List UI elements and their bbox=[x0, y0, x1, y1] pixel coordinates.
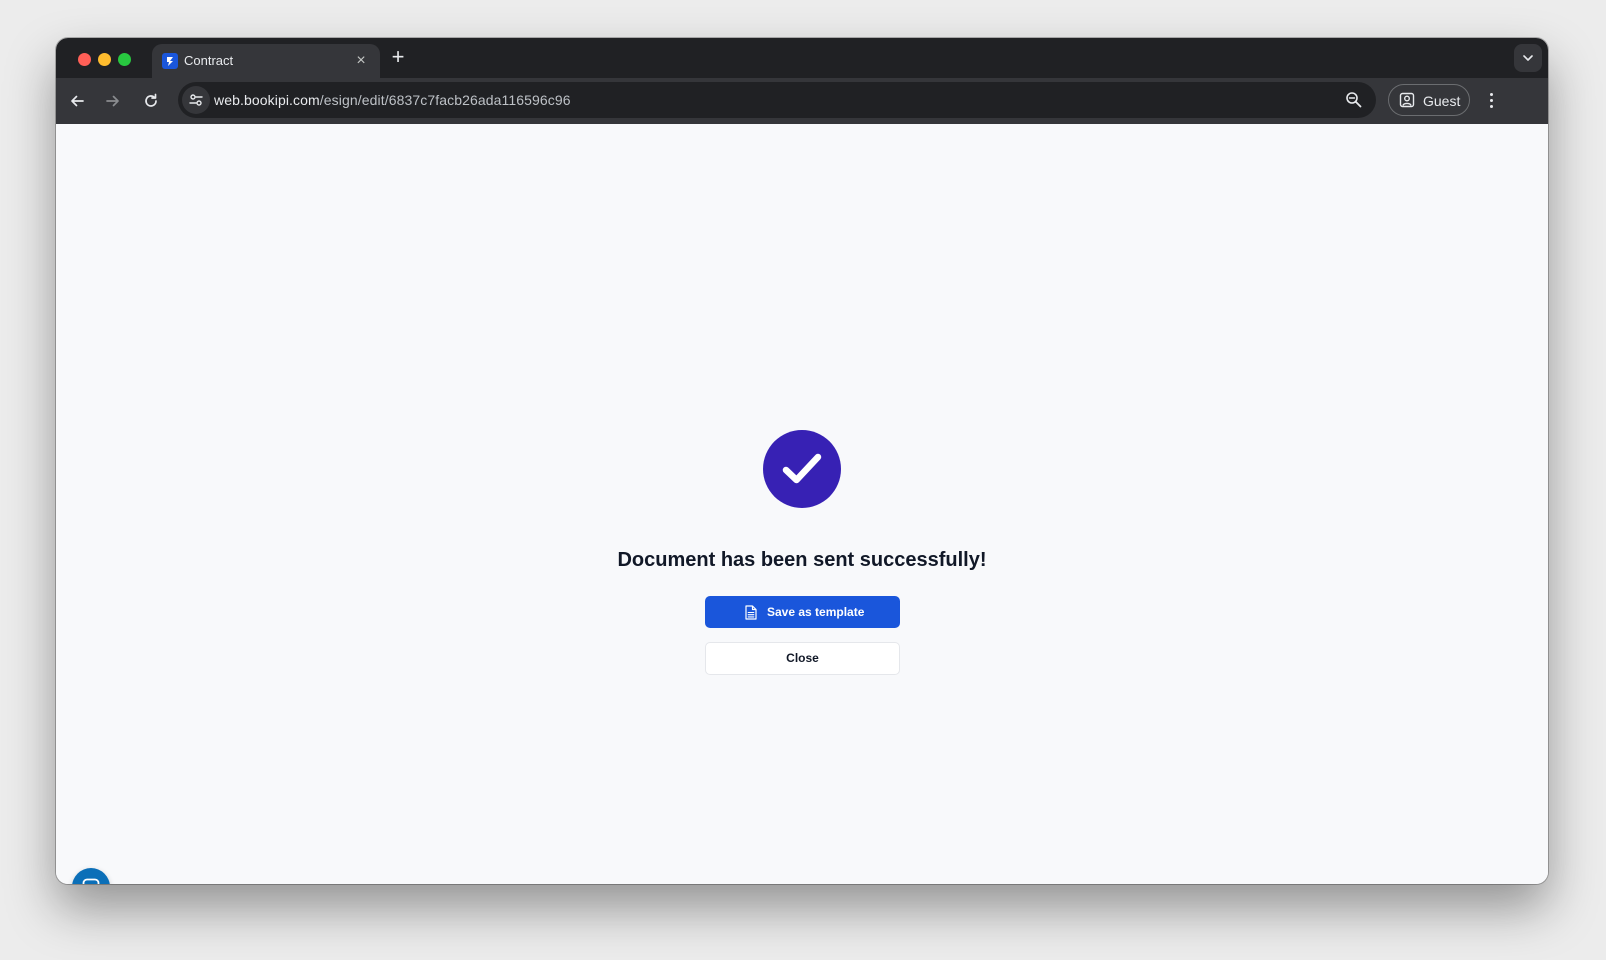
guest-profile-icon bbox=[1399, 92, 1415, 108]
url-host: web.bookipi.com bbox=[214, 92, 320, 108]
chat-launcher-button[interactable] bbox=[72, 868, 110, 884]
browser-menu-button[interactable] bbox=[1482, 88, 1502, 114]
profile-label: Guest bbox=[1423, 93, 1461, 109]
tab-title: Contract bbox=[184, 53, 234, 68]
url-path: /esign/edit/6837c7facb26ada116596c96 bbox=[319, 92, 571, 108]
url-text[interactable]: web.bookipi.com/esign/edit/6837c7facb26a… bbox=[214, 92, 571, 108]
close-button[interactable]: Close bbox=[705, 642, 900, 675]
profile-button[interactable]: Guest bbox=[1388, 84, 1470, 116]
reload-button[interactable] bbox=[138, 88, 164, 114]
tune-icon bbox=[189, 94, 203, 106]
page-content: Document has been sent successfully! Sav… bbox=[56, 124, 1548, 884]
back-button[interactable] bbox=[64, 88, 90, 114]
reload-icon bbox=[145, 93, 157, 107]
close-window-button[interactable] bbox=[78, 53, 91, 66]
new-tab-button[interactable]: + bbox=[386, 46, 410, 70]
site-info-button[interactable] bbox=[182, 86, 210, 114]
address-bar[interactable]: web.bookipi.com/esign/edit/6837c7facb26a… bbox=[178, 82, 1376, 118]
success-heading: Document has been sent successfully! bbox=[617, 549, 987, 571]
tab-strip: Contract × + bbox=[56, 38, 1548, 78]
forward-button[interactable] bbox=[100, 88, 126, 114]
tab-search-button[interactable] bbox=[1514, 44, 1542, 72]
menu-dot bbox=[1490, 93, 1493, 96]
zoom-icon[interactable] bbox=[1344, 90, 1364, 110]
menu-dot bbox=[1490, 99, 1493, 102]
tab-contract[interactable]: Contract × bbox=[152, 44, 380, 78]
document-icon bbox=[745, 605, 757, 620]
success-check-icon bbox=[763, 430, 841, 508]
browser-toolbar: web.bookipi.com/esign/edit/6837c7facb26a… bbox=[56, 78, 1548, 124]
save-as-template-label: Save as template bbox=[767, 605, 865, 619]
chevron-down-icon bbox=[1523, 55, 1533, 61]
arrow-left-icon bbox=[71, 95, 84, 107]
minimize-window-button[interactable] bbox=[98, 53, 111, 66]
menu-dot bbox=[1490, 105, 1493, 108]
arrow-right-icon bbox=[106, 95, 119, 107]
chat-icon bbox=[82, 878, 100, 884]
save-as-template-button[interactable]: Save as template bbox=[705, 596, 900, 628]
tab-close-icon[interactable]: × bbox=[352, 52, 370, 70]
browser-window: Contract × + web.bookipi.com/esign/edit/… bbox=[56, 38, 1548, 884]
zoom-window-button[interactable] bbox=[118, 53, 131, 66]
bookipi-favicon-icon bbox=[162, 53, 178, 69]
